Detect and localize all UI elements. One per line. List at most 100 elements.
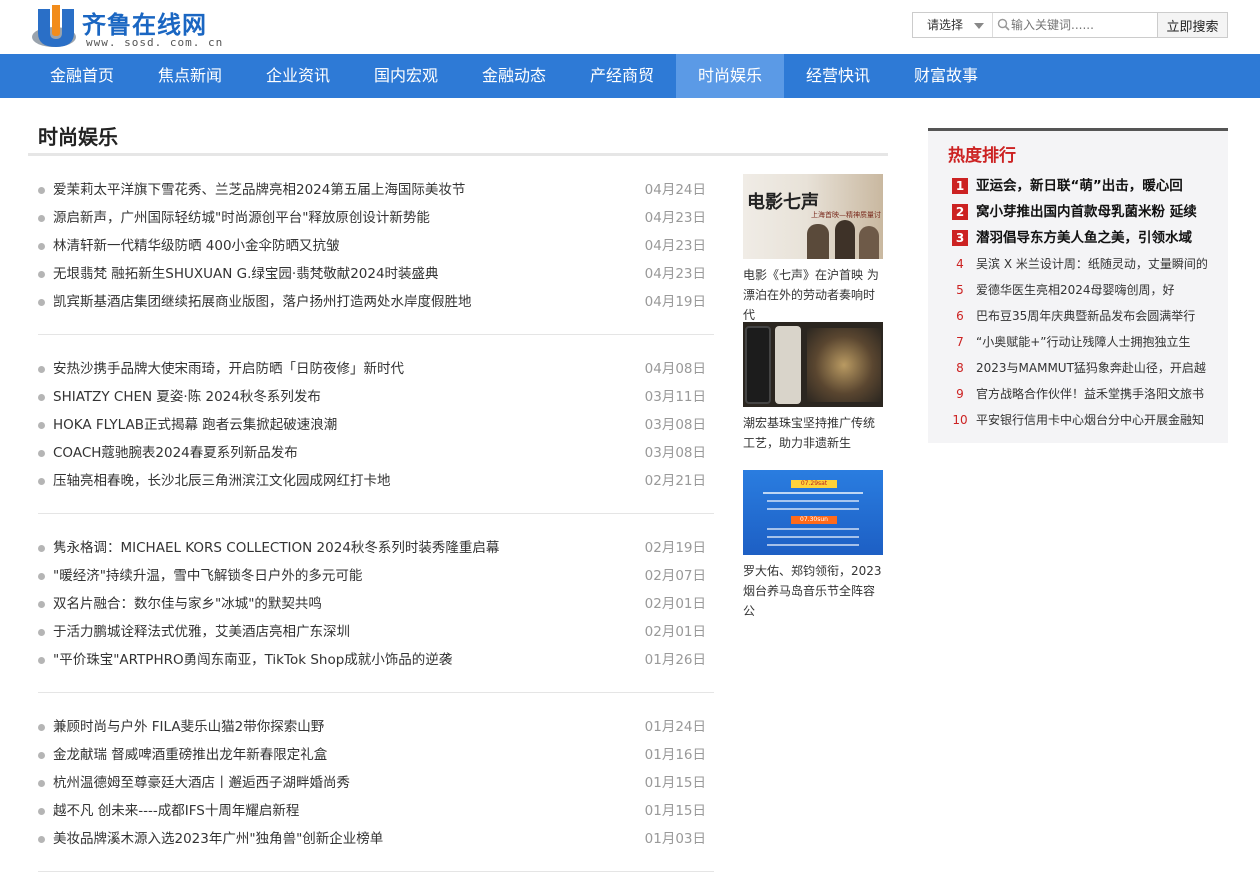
news-title[interactable]: 金龙献瑞 督威啤酒重磅推出龙年新春限定礼盒 xyxy=(53,741,643,769)
poster-line xyxy=(763,492,863,494)
news-title[interactable]: 凯宾斯基酒店集团继续拓展商业版图，落户扬州打造两处水岸度假胜地 xyxy=(53,288,643,316)
list-item[interactable]: 源启新声，广州国际轻纺城"时尚源创平台"释放原创设计新势能 04月23日 xyxy=(38,204,714,232)
nav-item-macro[interactable]: 国内宏观 xyxy=(354,54,458,98)
ranking-item[interactable]: 2 窝小芽推出国内首款母乳菌米粉 延续 xyxy=(952,198,1214,224)
photo-card[interactable]: 07.29sat 07.30sun 罗大佑、郑钧领衔，2023烟台养马岛音乐节全… xyxy=(743,470,883,621)
list-item[interactable]: 双名片融合：数尔佳与家乡"冰城"的默契共鸣 02月01日 xyxy=(38,590,714,618)
main-nav: 金融首页 焦点新闻 企业资讯 国内宏观 金融动态 产经商贸 时尚娱乐 经营快讯 … xyxy=(0,54,1260,98)
ranking-title[interactable]: 2023与MAMMUT猛犸象奔赴山径，开启越 xyxy=(976,361,1206,375)
list-item[interactable]: 爱茉莉太平洋旗下雪花秀、兰芝品牌亮相2024第五届上海国际美妆节 04月24日 xyxy=(38,176,714,204)
news-date: 03月08日 xyxy=(644,417,706,433)
news-date: 02月21日 xyxy=(644,473,706,489)
nav-item-enterprise[interactable]: 企业资讯 xyxy=(246,54,350,98)
news-title[interactable]: HOKA FLYLAB正式揭幕 跑者云集掀起破速浪潮 xyxy=(53,411,643,439)
list-item[interactable]: 杭州温德姆至尊豪廷大酒店丨邂逅西子湖畔婚尚秀 01月15日 xyxy=(38,769,714,797)
photo-card[interactable]: 电影七声 上海首映—精神质量讨论会 电影《七声》在沪首映 为漂泊在外的劳动者奏响… xyxy=(743,174,883,325)
news-title[interactable]: 爱茉莉太平洋旗下雪花秀、兰芝品牌亮相2024第五届上海国际美妆节 xyxy=(53,176,643,204)
nav-item-home[interactable]: 金融首页 xyxy=(30,54,134,98)
news-date: 02月01日 xyxy=(644,624,706,640)
list-item[interactable]: 凯宾斯基酒店集团继续拓展商业版图，落户扬州打造两处水岸度假胜地 04月19日 xyxy=(38,288,714,316)
news-title[interactable]: 兼顾时尚与户外 FILA斐乐山猫2带你探索山野 xyxy=(53,713,643,741)
list-item[interactable]: 林清轩新一代精华级防晒 400小金伞防晒又抗皱 04月23日 xyxy=(38,232,714,260)
news-title[interactable]: 压轴亮相春晚，长沙北辰三角洲滨江文化园成网红打卡地 xyxy=(53,467,643,495)
ranking-title[interactable]: 亚运会，新日联“萌”出击，暖心回 xyxy=(976,178,1183,194)
photo-caption[interactable]: 电影《七声》在沪首映 为漂泊在外的劳动者奏响时代 xyxy=(743,265,883,325)
list-item[interactable]: 金龙献瑞 督威啤酒重磅推出龙年新春限定礼盒 01月16日 xyxy=(38,741,714,769)
rank-number: 5 xyxy=(956,282,964,297)
photo-caption[interactable]: 罗大佑、郑钧领衔，2023烟台养马岛音乐节全阵容公 xyxy=(743,561,883,621)
bullet-icon xyxy=(38,450,45,457)
news-title[interactable]: COACH蔻驰腕表2024春夏系列新品发布 xyxy=(53,439,643,467)
ranking-title[interactable]: 潜羽倡导东方美人鱼之美，引领水域 xyxy=(976,230,1192,246)
list-item[interactable]: COACH蔻驰腕表2024春夏系列新品发布 03月08日 xyxy=(38,439,714,467)
search-button[interactable]: 立即搜索 xyxy=(1157,13,1227,37)
ranking-title[interactable]: 巴布豆35周年庆典暨新品发布会圆满举行 xyxy=(976,309,1195,323)
news-title[interactable]: 于活力鹏城诠释法式优雅，艾美酒店亮相广东深圳 xyxy=(53,618,643,646)
photo-card[interactable]: 潮宏基珠宝坚持推广传统工艺，助力非遗新生 xyxy=(743,322,883,453)
ranking-title[interactable]: 官方战略合作伙伴！益禾堂携手洛阳文旅书 xyxy=(976,387,1204,401)
site-logo[interactable]: 齐鲁在线网 www. sosd. com. cn xyxy=(30,3,222,51)
news-title[interactable]: 无垠翡梵 融拓新生SHUXUAN G.绿宝园·翡梵敬献2024时装盛典 xyxy=(53,260,643,288)
list-item[interactable]: HOKA FLYLAB正式揭幕 跑者云集掀起破速浪潮 03月08日 xyxy=(38,411,714,439)
rank-number: 10 xyxy=(952,412,968,427)
nav-item-finance[interactable]: 金融动态 xyxy=(462,54,566,98)
news-title[interactable]: SHIATZY CHEN 夏姿·陈 2024秋冬系列发布 xyxy=(53,383,643,411)
rank-number: 7 xyxy=(956,334,964,349)
news-title[interactable]: 美妆品牌溪木源入选2023年广州"独角兽"创新企业榜单 xyxy=(53,825,643,853)
news-date: 01月03日 xyxy=(644,831,706,847)
search-category-select[interactable]: 请选择 xyxy=(913,13,993,37)
poster-line xyxy=(767,544,859,546)
ranking-item[interactable]: 5 爱德华医生亮相2024母婴嗨创周，好 xyxy=(952,276,1214,302)
list-item[interactable]: 安热沙携手品牌大使宋雨琦，开启防晒「日防夜修」新时代 04月08日 xyxy=(38,355,714,383)
list-item[interactable]: "平价珠宝"ARTPHRO勇闯东南亚，TikTok Shop成就小饰品的逆袭 01… xyxy=(38,646,714,674)
list-item[interactable]: 美妆品牌溪木源入选2023年广州"独角兽"创新企业榜单 01月03日 xyxy=(38,825,714,853)
ranking-item[interactable]: 6 巴布豆35周年庆典暨新品发布会圆满举行 xyxy=(952,302,1214,328)
nav-item-focus-news[interactable]: 焦点新闻 xyxy=(138,54,242,98)
list-item[interactable]: 无垠翡梵 融拓新生SHUXUAN G.绿宝园·翡梵敬献2024时装盛典 04月23… xyxy=(38,260,714,288)
ranking-title[interactable]: 吴滨 X 米兰设计周：纸随灵动，丈量瞬间的 xyxy=(976,257,1208,271)
list-item[interactable]: 越不凡 创未来----成都IFS十周年耀启新程 01月15日 xyxy=(38,797,714,825)
news-title[interactable]: 隽永格调：MICHAEL KORS COLLECTION 2024秋冬系列时装秀… xyxy=(53,534,643,562)
page-title: 时尚娱乐 xyxy=(38,125,118,149)
photo-thumbnail[interactable]: 07.29sat 07.30sun xyxy=(743,470,883,555)
nav-item-fashion[interactable]: 时尚娱乐 xyxy=(676,54,784,98)
ranking-title[interactable]: 窝小芽推出国内首款母乳菌米粉 延续 xyxy=(976,204,1197,220)
list-item[interactable]: 于活力鹏城诠释法式优雅，艾美酒店亮相广东深圳 02月01日 xyxy=(38,618,714,646)
ranking-item[interactable]: 7 “小奥赋能+”行动让残障人士拥抱独立生 xyxy=(952,328,1214,354)
list-item[interactable]: 隽永格调：MICHAEL KORS COLLECTION 2024秋冬系列时装秀… xyxy=(38,534,714,562)
poster-line xyxy=(767,500,859,502)
ranking-item[interactable]: 3 潜羽倡导东方美人鱼之美，引领水域 xyxy=(952,224,1214,250)
photo-caption[interactable]: 潮宏基珠宝坚持推广传统工艺，助力非遗新生 xyxy=(743,413,883,453)
photo-thumbnail[interactable] xyxy=(743,322,883,407)
news-title[interactable]: 越不凡 创未来----成都IFS十周年耀启新程 xyxy=(53,797,643,825)
news-title[interactable]: 林清轩新一代精华级防晒 400小金伞防晒又抗皱 xyxy=(53,232,643,260)
photo-thumbnail[interactable]: 电影七声 上海首映—精神质量讨论会 xyxy=(743,174,883,259)
ranking-item[interactable]: 9 官方战略合作伙伴！益禾堂携手洛阳文旅书 xyxy=(952,380,1214,406)
nav-item-wealth[interactable]: 财富故事 xyxy=(894,54,998,98)
ranking-title[interactable]: “小奥赋能+”行动让残障人士拥抱独立生 xyxy=(976,335,1191,349)
news-date: 02月19日 xyxy=(644,540,706,556)
news-title[interactable]: 双名片融合：数尔佳与家乡"冰城"的默契共鸣 xyxy=(53,590,643,618)
news-title[interactable]: 源启新声，广州国际轻纺城"时尚源创平台"释放原创设计新势能 xyxy=(53,204,643,232)
ranking-item[interactable]: 10 平安银行信用卡中心烟台分中心开展金融知 xyxy=(952,406,1214,432)
ranking-item[interactable]: 8 2023与MAMMUT猛犸象奔赴山径，开启越 xyxy=(952,354,1214,380)
news-title[interactable]: "暖经济"持续升温，雪中飞解锁冬日户外的多元可能 xyxy=(53,562,643,590)
list-item[interactable]: "暖经济"持续升温，雪中飞解锁冬日户外的多元可能 02月07日 xyxy=(38,562,714,590)
ranking-item[interactable]: 1 亚运会，新日联“萌”出击，暖心回 xyxy=(952,172,1214,198)
nav-item-business[interactable]: 经营快讯 xyxy=(786,54,890,98)
nav-item-trade[interactable]: 产经商贸 xyxy=(570,54,674,98)
ranking-title[interactable]: 平安银行信用卡中心烟台分中心开展金融知 xyxy=(976,413,1204,427)
search-input[interactable] xyxy=(993,13,1157,37)
news-date: 01月15日 xyxy=(644,775,706,791)
news-title[interactable]: 杭州温德姆至尊豪廷大酒店丨邂逅西子湖畔婚尚秀 xyxy=(53,769,643,797)
list-item[interactable]: 压轴亮相春晚，长沙北辰三角洲滨江文化园成网红打卡地 02月21日 xyxy=(38,467,714,495)
ranking-item[interactable]: 4 吴滨 X 米兰设计周：纸随灵动，丈量瞬间的 xyxy=(952,250,1214,276)
hot-ranking-title: 热度排行 xyxy=(948,146,1016,166)
news-list-group: 安热沙携手品牌大使宋雨琦，开启防晒「日防夜修」新时代 04月08日 SHIATZY… xyxy=(38,355,714,495)
list-item[interactable]: 兼顾时尚与户外 FILA斐乐山猫2带你探索山野 01月24日 xyxy=(38,713,714,741)
ranking-title[interactable]: 爱德华医生亮相2024母婴嗨创周，好 xyxy=(976,283,1175,297)
list-item[interactable]: SHIATZY CHEN 夏姿·陈 2024秋冬系列发布 03月11日 xyxy=(38,383,714,411)
bullet-icon xyxy=(38,478,45,485)
news-title[interactable]: 安热沙携手品牌大使宋雨琦，开启防晒「日防夜修」新时代 xyxy=(53,355,643,383)
news-title[interactable]: "平价珠宝"ARTPHRO勇闯东南亚，TikTok Shop成就小饰品的逆袭 xyxy=(53,646,643,674)
